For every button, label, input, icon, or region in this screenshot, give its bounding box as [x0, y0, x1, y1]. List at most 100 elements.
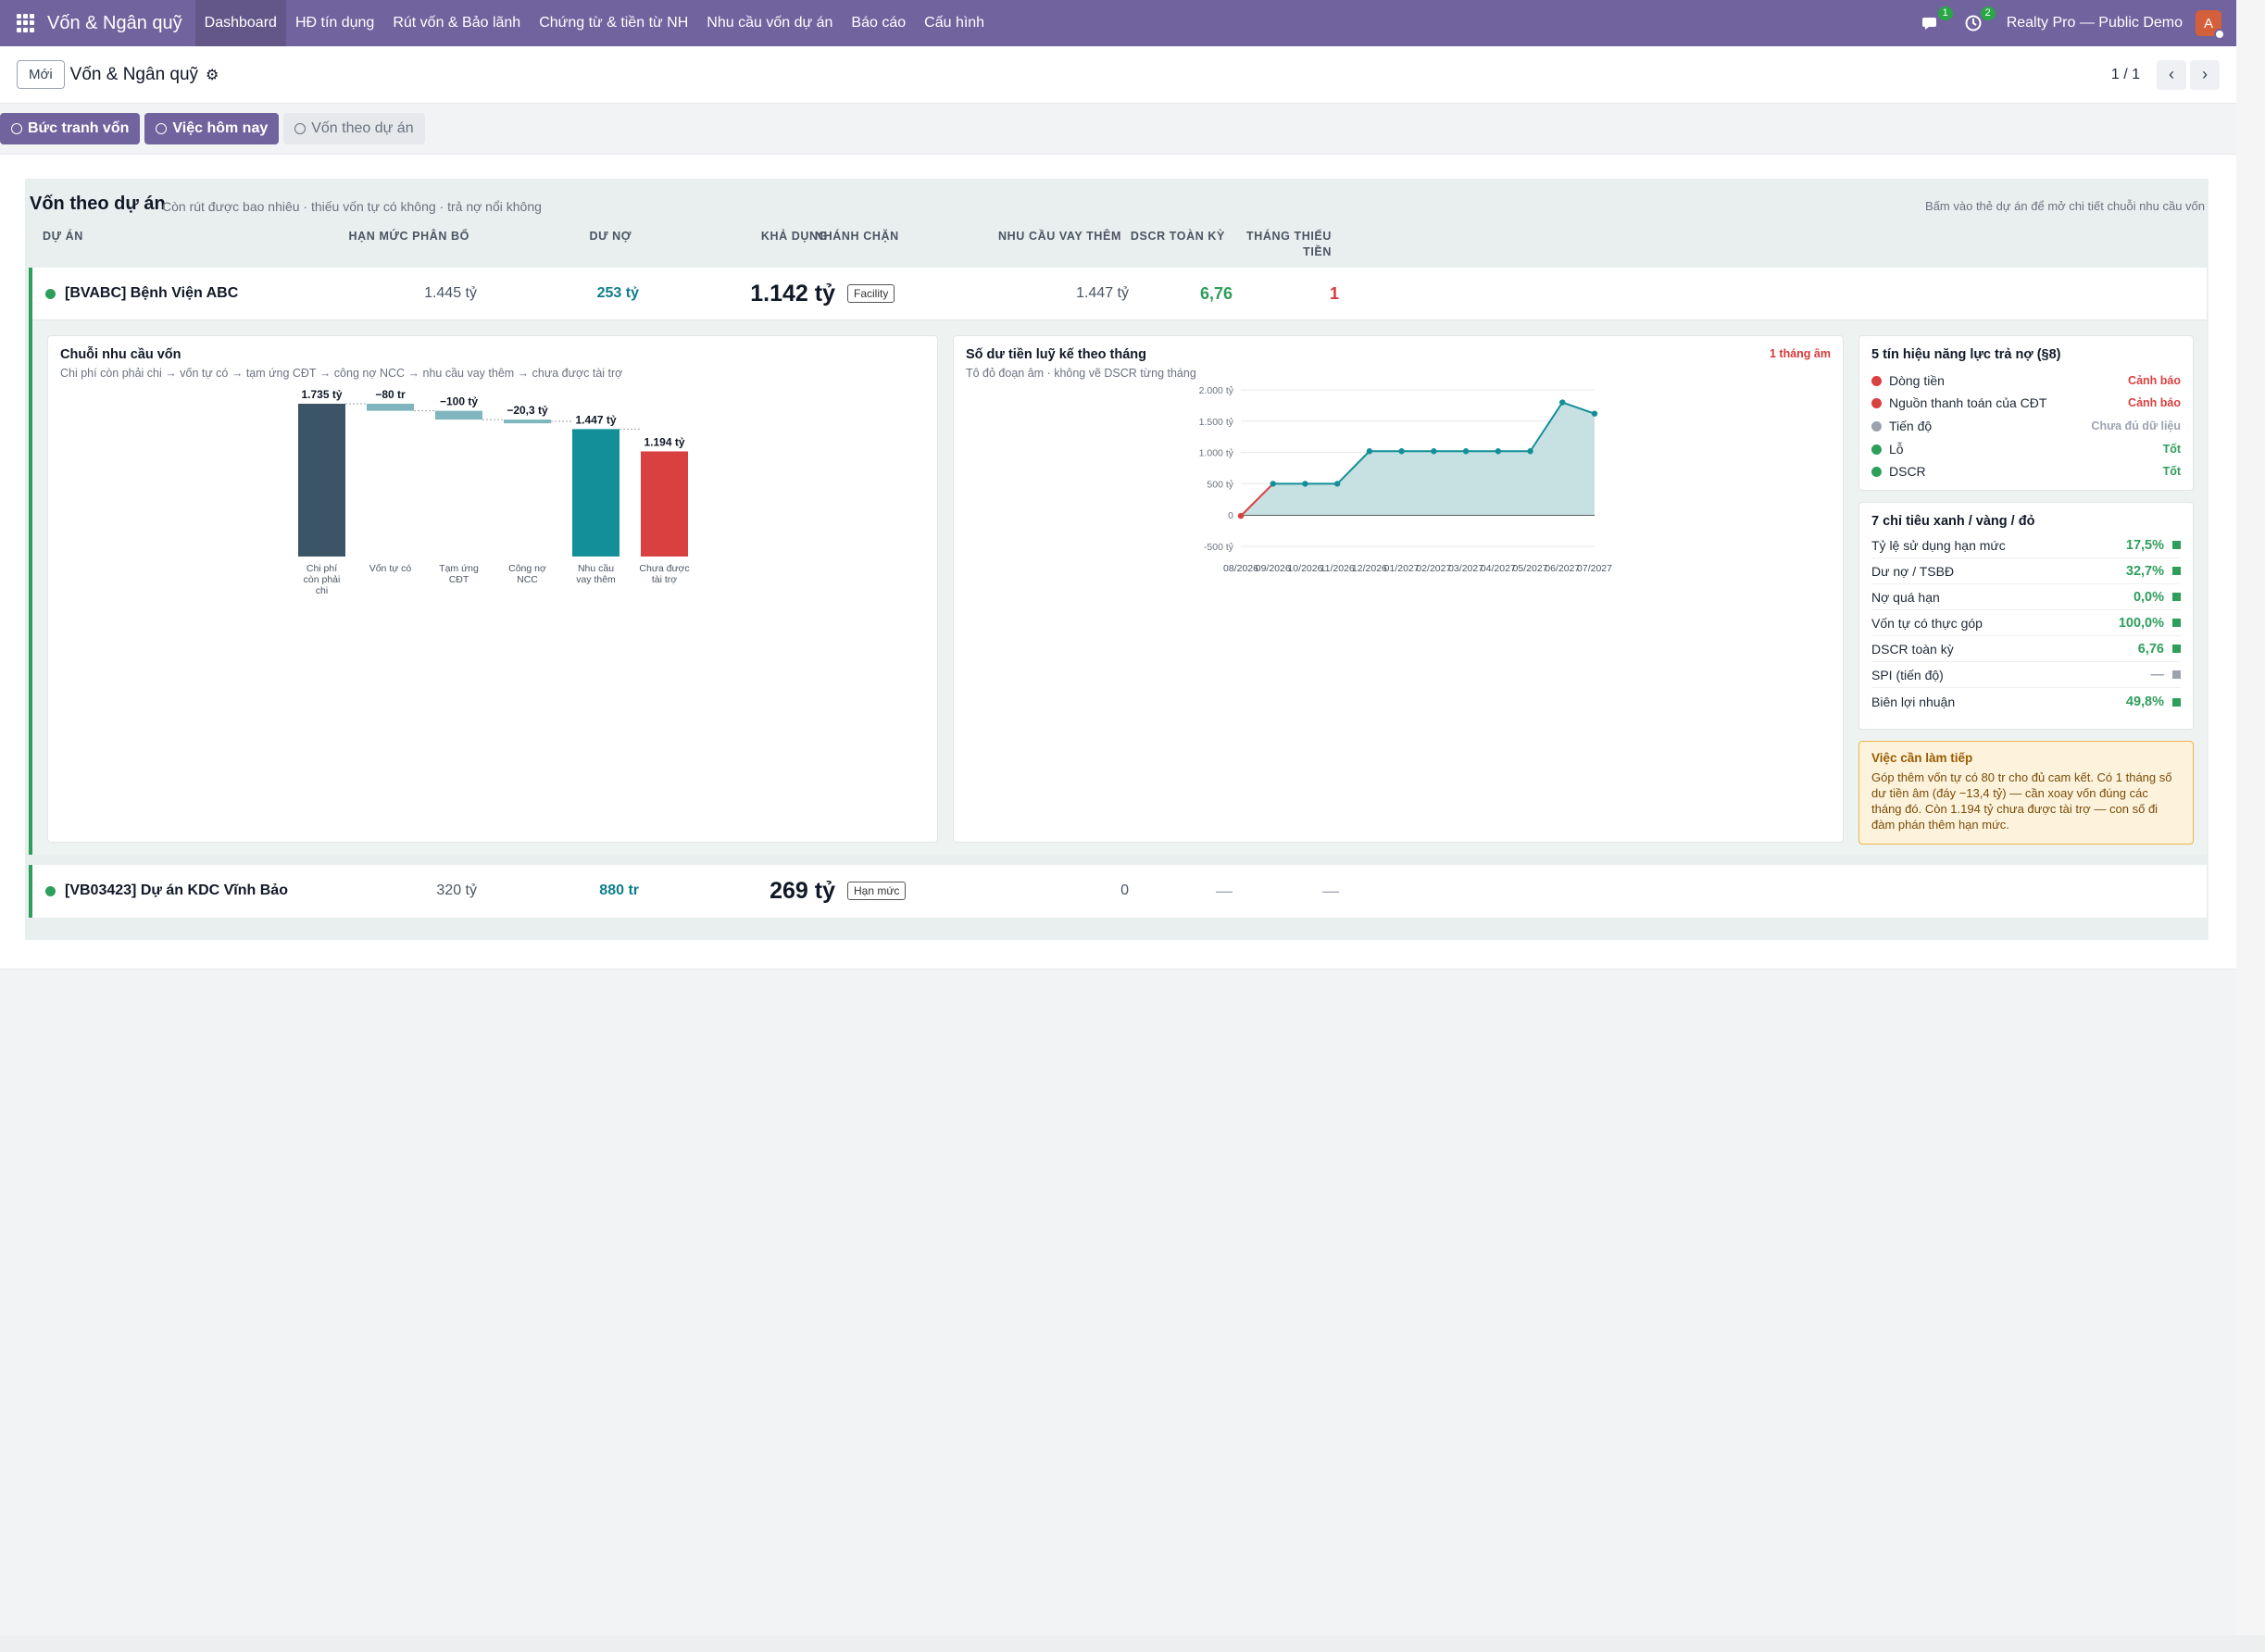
y-tick-label: 2.000 tỷ — [1199, 385, 1234, 396]
nav-drawdown-guarantee[interactable]: Rút vốn & Bảo lãnh — [383, 0, 530, 46]
avatar-letter: A — [2203, 15, 2213, 31]
avatar[interactable]: A — [2196, 10, 2225, 40]
chevron-left-icon[interactable]: ‹ — [2157, 59, 2186, 90]
cash-balance-card: Số dư tiền luỹ kế theo tháng Tô đỏ đoạn … — [953, 335, 1844, 843]
kpi-value: 32,7% — [2125, 563, 2164, 579]
kpi-label: Biên lợi nhuận — [1871, 695, 1956, 709]
waterfall-category-label: Công nợ — [508, 563, 546, 574]
control-panel: Mới Vốn & Ngân quỹ ⚙ 1 / 1 ‹ › — [0, 46, 2236, 104]
kpi-value: 0,0% — [2133, 589, 2164, 605]
waterfall-value-label: 1.447 tỷ — [575, 413, 616, 426]
y-tick-label: 500 tỷ — [1207, 479, 1233, 490]
nav-reports[interactable]: Báo cáo — [842, 0, 915, 46]
project-row[interactable]: [VB03423] Dự án KDC Vĩnh Bảo 320 tỷ 880 … — [32, 865, 2207, 917]
x-tick-label: 11/2026 — [1320, 563, 1355, 574]
x-tick-label: 03/2027 — [1448, 563, 1483, 574]
waterfall-category-label: vay thêm — [576, 574, 616, 585]
kpi-label: SPI (tiến độ) — [1871, 667, 1944, 682]
messages-badge: 1 — [1937, 6, 1953, 20]
clock-icon[interactable]: 2 — [1964, 6, 1996, 32]
tab-label: Bức tranh vốn — [28, 120, 130, 136]
kpi-indicator — [2172, 593, 2181, 601]
x-tick-label: 01/2027 — [1384, 563, 1420, 574]
project-need: 0 — [1120, 882, 1129, 898]
signal-dot — [1871, 375, 1882, 386]
kpi-row: DSCR toàn kỳ 6,76 — [1871, 636, 2181, 662]
waterfall-bar — [298, 404, 345, 557]
project-debt: 253 tỷ — [596, 285, 639, 301]
kpi-label: Tỷ lệ sử dụng hạn mức — [1871, 537, 2006, 553]
presence-dot — [2214, 29, 2225, 40]
page-title: Vốn & Ngân quỹ — [69, 64, 199, 84]
apps-grid-icon[interactable] — [17, 14, 35, 32]
tab-capital-by-project[interactable]: Vốn theo dự án — [283, 113, 425, 144]
capital-by-project-panel: Vốn theo dự án Còn rút được bao nhiêu · … — [25, 179, 2209, 940]
signal-row: Lỗ Tốt — [1871, 438, 2181, 460]
header-debt: DƯ NỢ — [589, 230, 632, 243]
waterfall-category-label: CĐT — [449, 574, 469, 585]
waterfall-category-label: Tạm ứng — [439, 563, 479, 574]
circle-icon — [156, 123, 168, 134]
balance-point — [1462, 448, 1470, 455]
kpi-value: 49,8% — [2125, 695, 2164, 709]
waterfall-bar — [572, 429, 619, 557]
tab-capital-overview[interactable]: Bức tranh vốn — [0, 113, 141, 144]
next-actions-card: Việc cần làm tiếp Góp thêm vốn tự có 80 … — [1858, 741, 2194, 845]
project-months-short: — — [1322, 881, 1339, 900]
x-tick-label: 12/2026 — [1352, 563, 1387, 574]
nav-dashboard[interactable]: Dashboard — [194, 0, 286, 46]
project-card-bvabc[interactable]: [BVABC] Bệnh Viện ABC 1.445 tỷ 253 tỷ 1.… — [29, 268, 2207, 855]
kpi-label: Dư nợ / TSBĐ — [1871, 563, 1955, 579]
kpi-indicator — [2172, 645, 2181, 653]
kpi-card: 7 chỉ tiêu xanh / vàng / đỏ Tỷ lệ sử dụn… — [1858, 502, 2194, 730]
header-need: NHU CẦU VAY THÊM — [998, 230, 1121, 243]
chat-icon[interactable]: 1 — [1921, 6, 1953, 32]
nav-configuration[interactable]: Cấu hình — [915, 0, 994, 46]
todo-body: Góp thêm vốn tự có 80 tr cho đủ cam kết.… — [1871, 770, 2172, 832]
signal-value: Chưa đủ dữ liệu — [2091, 419, 2181, 432]
project-need: 1.447 tỷ — [1076, 285, 1129, 301]
waterfall-value-label: 1.735 tỷ — [301, 388, 342, 401]
project-dscr: 6,76 — [1199, 283, 1233, 303]
x-tick-label: 02/2027 — [1416, 563, 1451, 574]
signal-row: Dòng tiền Cảnh báo — [1871, 369, 2181, 392]
kpi-value: 100,0% — [2118, 615, 2164, 631]
kpi-row: SPI (tiến độ) — — [1871, 662, 2181, 688]
new-button[interactable]: Mới — [17, 60, 65, 89]
project-row[interactable]: [BVABC] Bệnh Viện ABC 1.445 tỷ 253 tỷ 1.… — [32, 268, 2207, 319]
project-available: 269 tỷ — [770, 877, 835, 904]
project-limit: 320 tỷ — [436, 882, 477, 898]
nav-documents-bank[interactable]: Chứng từ & tiền từ NH — [530, 0, 697, 46]
nav-credit-contracts[interactable]: HĐ tín dụng — [286, 0, 383, 46]
project-available: 1.142 tỷ — [750, 280, 835, 307]
kpi-indicator — [2172, 697, 2181, 707]
signal-value: Tốt — [2162, 465, 2181, 478]
header-available: KHẢ DỤNG — [760, 230, 828, 243]
signal-label: DSCR — [1889, 464, 1926, 479]
balance-point — [1333, 481, 1341, 487]
project-dscr: — — [1216, 881, 1233, 900]
balance-point — [1302, 481, 1308, 487]
project-card-vb03423[interactable]: [VB03423] Dự án KDC Vĩnh Bảo 320 tỷ 880 … — [29, 865, 2207, 918]
chevron-right-icon[interactable]: › — [2190, 59, 2220, 90]
app-name[interactable]: Vốn & Ngân quỹ — [47, 13, 182, 34]
x-tick-label: 05/2027 — [1513, 563, 1548, 574]
kpi-row: Biên lợi nhuận 49,8% — [1871, 689, 2181, 715]
pager: 1 / 1 ‹ › — [2111, 59, 2220, 90]
pager-value[interactable]: 1 / 1 — [2111, 67, 2140, 83]
kpi-indicator — [2172, 567, 2181, 575]
window-scrollbar[interactable] — [2236, 0, 2265, 1652]
header-months: THÁNG THIẾU TIỀN — [1225, 229, 1332, 260]
signal-label: Lỗ — [1889, 442, 1904, 457]
tab-today-tasks[interactable]: Việc hôm nay — [144, 113, 280, 144]
waterfall-category-label: Vốn tự có — [369, 563, 412, 574]
company-switcher[interactable]: Realty Pro — Public Demo — [2007, 15, 2183, 31]
balance-point — [1270, 481, 1276, 487]
gear-icon[interactable]: ⚙ — [206, 66, 219, 84]
balance-point — [1366, 448, 1373, 455]
kpi-label: Nợ quá hạn — [1871, 589, 1940, 605]
waterfall-category-label: Chưa được — [639, 563, 689, 574]
nav-project-capital-needs[interactable]: Nhu cầu vốn dự án — [697, 0, 842, 46]
repayment-signals-card: 5 tín hiệu năng lực trả nợ (§8) Dòng tiề… — [1858, 335, 2194, 491]
signal-label: Nguồn thanh toán của CĐT — [1889, 395, 2047, 410]
